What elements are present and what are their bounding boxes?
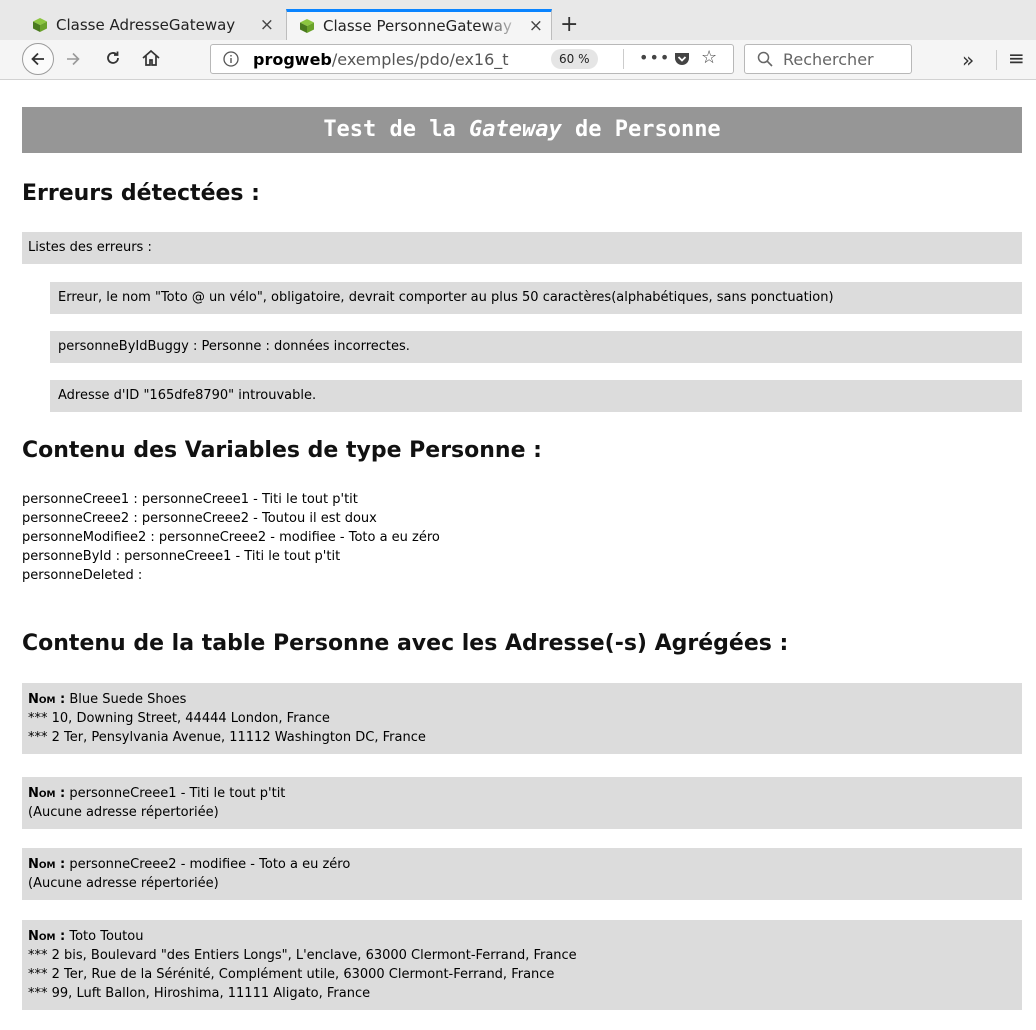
record-name: personneCreee1 - Titi le tout p'tit xyxy=(69,786,286,801)
nom-label: Nom : xyxy=(28,786,66,801)
variable-line: personneDeleted : xyxy=(22,568,143,583)
record-name: personneCreee2 - modifiee - Toto a eu zé… xyxy=(69,857,351,872)
forward-icon xyxy=(67,52,80,66)
errors-heading: Erreurs détectées : xyxy=(22,181,260,206)
navigation-toolbar: progweb/exemples/pdo/ex16_t 60 % ••• ☆ R… xyxy=(0,40,1036,80)
forward-button[interactable] xyxy=(64,50,82,72)
cube-icon xyxy=(33,17,47,32)
error-item: Adresse d'ID "165dfe8790" introuvable. xyxy=(50,380,1022,412)
tab-adresse-gateway[interactable]: Classe AdresseGateway × xyxy=(20,9,282,40)
title-prefix: Test de la xyxy=(323,117,456,142)
page-content: Test de la Gateway de Personne Erreurs d… xyxy=(0,81,1036,1030)
close-icon[interactable]: × xyxy=(260,15,274,35)
page-title: Test de la Gateway de Personne xyxy=(22,107,1022,153)
url-path: /exemples/pdo/ex16_t xyxy=(331,50,509,69)
record-address: *** 10, Downing Street, 44444 London, Fr… xyxy=(28,711,330,726)
pocket-icon[interactable] xyxy=(673,51,691,67)
tab-personne-gateway[interactable]: Classe PersonneGateway × xyxy=(286,9,552,40)
info-icon[interactable] xyxy=(223,51,239,67)
record-item: Nom : personneCreee2 - modifiee - Toto a… xyxy=(22,848,1022,900)
variable-line: personneById : personneCreee1 - Titi le … xyxy=(22,549,341,564)
more-actions-icon[interactable]: ••• xyxy=(639,48,670,67)
variable-line: personneCreee1 : personneCreee1 - Titi l… xyxy=(22,492,358,507)
back-icon xyxy=(31,52,44,66)
record-item: Nom : Blue Suede Shoes *** 10, Downing S… xyxy=(22,683,1022,754)
title-suffix: de Personne xyxy=(574,117,721,142)
tab-bar: Classe AdresseGateway × Classe PersonneG… xyxy=(0,0,1036,40)
separator xyxy=(996,50,997,70)
url-text: progweb/exemples/pdo/ex16_t xyxy=(253,50,553,69)
zoom-level-badge[interactable]: 60 % xyxy=(551,49,598,69)
variable-line: personneCreee2 : personneCreee2 - Toutou… xyxy=(22,511,377,526)
variables-heading: Contenu des Variables de type Personne : xyxy=(22,438,542,463)
record-address: *** 99, Luft Ballon, Hiroshima, 11111 Al… xyxy=(28,986,371,1001)
record-name: Blue Suede Shoes xyxy=(69,692,187,707)
record-item: Nom : Toto Toutou *** 2 bis, Boulevard "… xyxy=(22,920,1022,1010)
star-icon[interactable]: ☆ xyxy=(701,47,717,68)
variables-list: personneCreee1 : personneCreee1 - Titi l… xyxy=(22,490,440,585)
back-button[interactable] xyxy=(22,43,54,75)
record-name-line: Nom : personneCreee2 - modifiee - Toto a… xyxy=(28,855,1016,874)
nom-label: Nom : xyxy=(28,692,66,707)
home-button[interactable] xyxy=(141,49,161,71)
overflow-icon[interactable]: » xyxy=(962,48,974,72)
error-item: Erreur, le nom "Toto @ un vélo", obligat… xyxy=(50,282,1022,314)
table-heading: Contenu de la table Personne avec les Ad… xyxy=(22,631,789,656)
tab-title: Classe AdresseGateway xyxy=(56,15,236,34)
title-italic: Gateway xyxy=(469,117,562,142)
record-item: Nom : personneCreee1 - Titi le tout p'ti… xyxy=(22,777,1022,829)
record-address: (Aucune adresse répertoriée) xyxy=(28,805,219,820)
nom-label: Nom : xyxy=(28,857,66,872)
record-name-line: Nom : Blue Suede Shoes xyxy=(28,690,1016,709)
search-placeholder: Rechercher xyxy=(783,50,874,69)
reload-icon xyxy=(107,51,119,64)
record-name: Toto Toutou xyxy=(69,929,144,944)
url-host: progweb xyxy=(253,50,332,69)
reload-button[interactable] xyxy=(104,49,122,71)
url-bar[interactable]: progweb/exemples/pdo/ex16_t 60 % ••• ☆ xyxy=(210,44,734,74)
errors-list-label: Listes des erreurs : xyxy=(22,232,1022,264)
record-address: *** 2 Ter, Rue de la Sérénité, Complémen… xyxy=(28,967,555,982)
home-icon xyxy=(142,49,160,66)
nom-label: Nom : xyxy=(28,929,66,944)
hamburger-menu-icon[interactable]: ≡ xyxy=(1008,46,1025,70)
close-icon[interactable]: × xyxy=(529,16,543,36)
record-name-line: Nom : Toto Toutou xyxy=(28,927,1016,946)
record-address: *** 2 Ter, Pensylvania Avenue, 11112 Was… xyxy=(28,730,426,745)
tab-title: Classe PersonneGateway xyxy=(323,17,512,35)
new-tab-button[interactable]: + xyxy=(560,14,578,36)
cube-icon xyxy=(300,19,314,33)
search-bar[interactable]: Rechercher xyxy=(744,44,912,74)
record-name-line: Nom : personneCreee1 - Titi le tout p'ti… xyxy=(28,784,1016,803)
record-address: (Aucune adresse répertoriée) xyxy=(28,876,219,891)
error-item: personneByIdBuggy : Personne : données i… xyxy=(50,331,1022,363)
record-address: *** 2 bis, Boulevard "des Entiers Longs"… xyxy=(28,948,577,963)
variable-line: personneModifiee2 : personneCreee2 - mod… xyxy=(22,530,440,545)
separator xyxy=(623,49,624,69)
search-icon xyxy=(757,51,773,67)
